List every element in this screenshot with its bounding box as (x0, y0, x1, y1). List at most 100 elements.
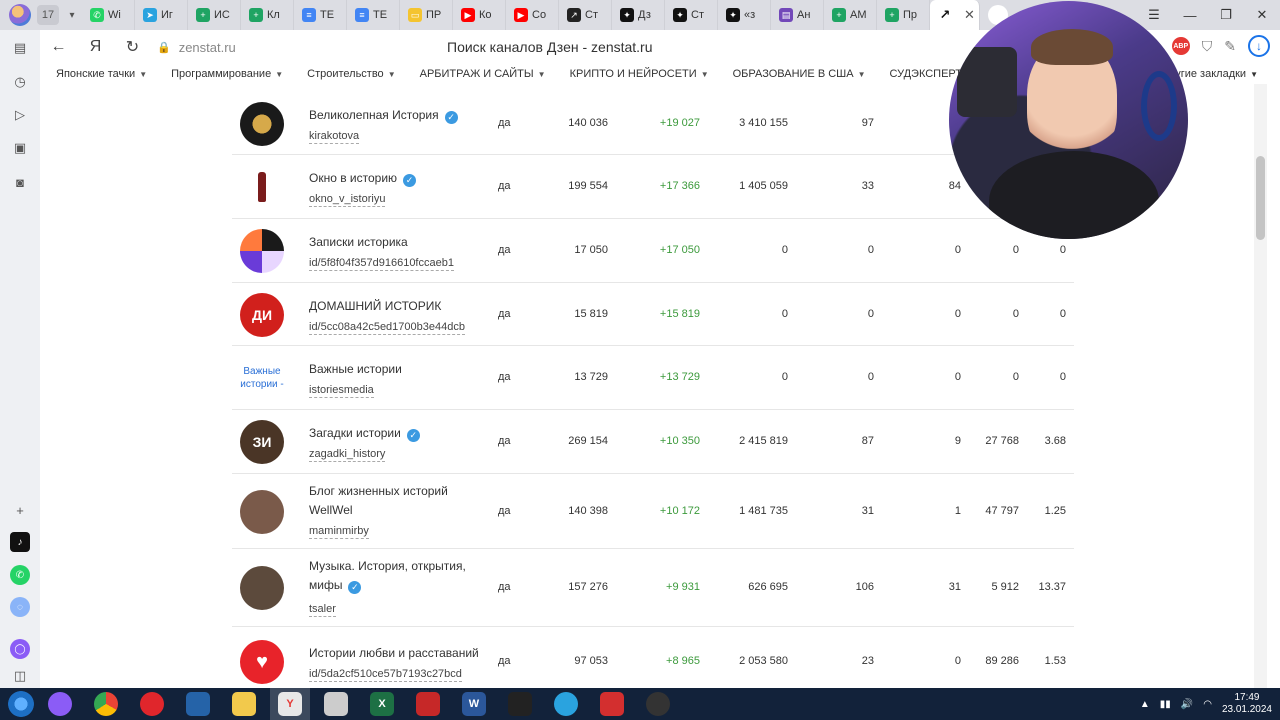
tab[interactable]: ▶ Со (506, 0, 559, 30)
channel-slug-link[interactable]: tsaler (309, 602, 336, 617)
tab[interactable]: + Пр (877, 0, 930, 30)
wifi-icon[interactable]: ◠ (1203, 699, 1212, 710)
table-row[interactable]: ♥ Истории любви и расставаний id/5da2cf510… (232, 627, 1074, 688)
heart-pulse-icon[interactable]: ♥ (240, 640, 284, 684)
bottle-icon[interactable] (240, 165, 284, 209)
channel-name[interactable]: Важные истории (309, 360, 489, 379)
table-row[interactable]: ДИ ДОМАШНИЙ ИСТОРИК id/5cc08a42c5ed1700b3e… (232, 283, 1074, 346)
bookmark-folder[interactable]: КРИПТО И НЕЙРОСЕТИ ▼ (554, 68, 717, 80)
channel-slug-link[interactable]: maminmirby (309, 524, 369, 539)
tab[interactable]: ▭ ПР (400, 0, 453, 30)
tab[interactable]: ✦ Дз (612, 0, 665, 30)
taskbar-app[interactable] (546, 688, 586, 720)
taskbar-app[interactable] (316, 688, 356, 720)
channel-slug-link[interactable]: istoriesmedia (309, 383, 374, 398)
close-icon[interactable]: ✕ (964, 7, 975, 23)
abstract-avatar-icon[interactable] (240, 229, 284, 273)
yandex-icon[interactable]: Я (77, 38, 114, 56)
woman-portrait-icon[interactable] (240, 489, 284, 534)
tab-count-badge[interactable]: 17 (37, 5, 59, 25)
bookmark-folder[interactable]: Программирование ▼ (155, 68, 291, 80)
tab[interactable]: + Кл (241, 0, 294, 30)
extension-icon[interactable]: ⛉ (1202, 38, 1213, 55)
tab[interactable]: ✦ Ст (665, 0, 718, 30)
bookmark-folder[interactable]: Японские тачки ▼ (40, 68, 155, 80)
scrollbar[interactable] (1254, 84, 1267, 688)
url-field[interactable]: zenstat.ru (179, 40, 236, 55)
history-icon[interactable]: ◷ (10, 72, 30, 92)
tab[interactable]: ≡ ТЕ (347, 0, 400, 30)
channel-slug-link[interactable]: kirakotova (309, 129, 360, 144)
menu-icon[interactable]: ☰ (1136, 7, 1172, 23)
volume-icon[interactable]: 🔊 (1181, 699, 1193, 710)
whatsapp-icon[interactable]: ✆ (10, 565, 30, 585)
channel-name[interactable]: Великолепная История ✓ (309, 106, 489, 125)
channel-name[interactable]: Загадки истории ✓ (309, 424, 489, 443)
bookmark-folder[interactable]: ОБРАЗОВАНИЕ В США ▼ (717, 68, 874, 80)
taskbar-app[interactable] (86, 688, 126, 720)
taskbar-app[interactable]: Y (270, 688, 310, 720)
restore-icon[interactable]: ❐ (1208, 7, 1244, 23)
taskbar-app[interactable] (224, 688, 264, 720)
channel-name[interactable]: ДОМАШНИЙ ИСТОРИК (309, 297, 489, 316)
taskbar-app[interactable]: W (454, 688, 494, 720)
table-row[interactable]: Важные истории - Важные истории istoriesme… (232, 346, 1074, 410)
table-row[interactable]: ЗИ Загадки истории ✓ zagadki_history да 269 1… (232, 410, 1074, 474)
adblock-icon[interactable]: ABP (1171, 37, 1190, 55)
tab[interactable]: ≡ ТЕ (294, 0, 347, 30)
channel-slug-link[interactable]: zagadki_history (309, 447, 386, 462)
taskbar-app[interactable]: X (362, 688, 402, 720)
di-logo-icon[interactable]: ДИ (240, 292, 284, 337)
tab-active-zenstat[interactable]: ↗ ✕ (930, 0, 980, 30)
tab[interactable]: ↗ Ст (559, 0, 612, 30)
profile-avatar-icon[interactable] (9, 4, 31, 26)
tab[interactable]: ✆ Wi (82, 0, 135, 30)
close-window-icon[interactable]: ✕ (1244, 7, 1280, 23)
taskbar-app[interactable] (132, 688, 172, 720)
taskbar-app[interactable] (408, 688, 448, 720)
tab[interactable]: ✦ «з (718, 0, 771, 30)
minimize-icon[interactable]: — (1172, 8, 1208, 23)
tab[interactable]: ▶ Ко (453, 0, 506, 30)
zi-logo-icon[interactable]: ЗИ (240, 420, 284, 464)
network-icon[interactable]: ▮▮ (1160, 699, 1171, 710)
channel-name[interactable]: Блог жизненных историй WellWel (309, 482, 489, 520)
reload-icon[interactable]: ↻ (114, 37, 151, 57)
back-arrow-icon[interactable]: ← (40, 38, 77, 56)
download-icon[interactable]: ↓ (1248, 35, 1270, 57)
tiktok-icon[interactable]: ♪ (10, 532, 30, 552)
add-icon[interactable]: + (10, 500, 30, 520)
table-row[interactable]: Великолепная История ✓ kirakotova да 140 036… (232, 92, 1074, 155)
calendar-icon[interactable]: ▣ (10, 138, 30, 158)
start-button[interactable] (8, 691, 34, 717)
tab[interactable]: + АМ (824, 0, 877, 30)
tab[interactable]: ➤ Иг (135, 0, 188, 30)
alice-icon[interactable]: ◯ (10, 639, 30, 659)
notes-icon[interactable]: ▤ (10, 38, 30, 58)
table-row[interactable]: Блог жизненных историй WellWel maminmirby… (232, 474, 1074, 549)
channel-slug-link[interactable]: id/5f8f04f357d916610fccaeb1 (309, 256, 454, 271)
clock[interactable]: 17:49 23.01.2024 (1222, 692, 1272, 716)
taskbar-app[interactable] (500, 688, 540, 720)
tab[interactable]: + ИС (188, 0, 241, 30)
camera-icon[interactable]: ◙ (10, 172, 30, 192)
play-icon[interactable]: ▷ (10, 105, 30, 125)
taskbar-app[interactable] (592, 688, 632, 720)
channel-slug-link[interactable]: id/5cc08a42c5ed1700b3e44dcb (309, 320, 465, 335)
channel-name[interactable]: Музыка. История, открытия, мифы ✓ (309, 557, 489, 595)
channel-slug-link[interactable]: id/5da2cf510ce57b7193c27bcd (309, 667, 462, 682)
double-headed-eagle-icon[interactable] (240, 101, 284, 146)
chevron-down-icon[interactable]: ▾ (62, 10, 82, 21)
table-row[interactable]: Окно в историю ✓ okno_v_istoriyu да 199 554 +… (232, 155, 1074, 219)
taskbar-app[interactable] (178, 688, 218, 720)
broken-image-icon[interactable]: Важные истории - (240, 356, 284, 400)
channel-name[interactable]: Истории любви и расставаний (309, 644, 489, 663)
channel-name[interactable]: Окно в историю ✓ (309, 169, 489, 188)
table-row[interactable]: Музыка. История, открытия, мифы ✓ tsaler да… (232, 549, 1074, 627)
tray-expand-icon[interactable]: ▲ (1140, 699, 1150, 710)
scrollbar-thumb[interactable] (1256, 156, 1265, 240)
bookmark-folder[interactable]: АРБИТРАЖ И САЙТЫ ▼ (404, 68, 554, 80)
sidebar-toggle-icon[interactable]: ◫ (10, 666, 30, 686)
collections-icon[interactable]: ✎ (1224, 38, 1236, 55)
tab[interactable]: ▤ Ан (771, 0, 824, 30)
